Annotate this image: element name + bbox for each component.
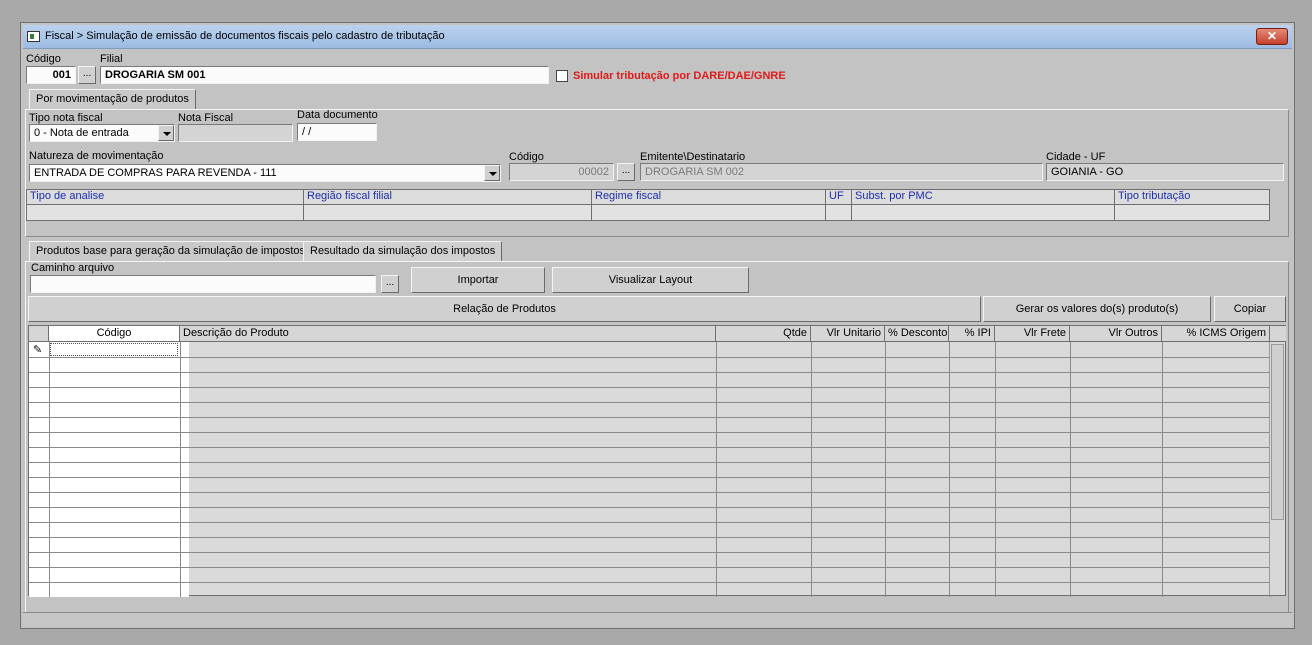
grid-row-line (29, 507, 1270, 508)
tab-resultado-simulacao[interactable]: Resultado da simulação dos impostos (303, 241, 503, 261)
info-value-cell (304, 205, 592, 220)
simular-label: Simular tributação por DARE/DAE/GNRE (573, 70, 786, 82)
app-icon (27, 31, 40, 42)
relacao-produtos-button[interactable]: Relação de Produtos (28, 296, 981, 322)
col-descricao[interactable]: Descrição do Produto (180, 326, 716, 342)
natureza-lookup-button[interactable]: ... (617, 163, 635, 181)
tab-por-movimentacao[interactable]: Por movimentação de produtos (29, 89, 196, 109)
copiar-button[interactable]: Copiar (1214, 296, 1286, 322)
tipo-nota-select[interactable]: 0 - Nota de entrada (29, 124, 175, 142)
natureza-codigo-label: Código (509, 151, 544, 163)
filial-field[interactable]: DROGARIA SM 001 (100, 66, 549, 84)
importar-button[interactable]: Importar (411, 267, 545, 293)
grid-column-line (885, 342, 886, 597)
data-documento-field[interactable]: / / (297, 123, 377, 141)
info-value-cell (826, 205, 852, 220)
tax-info-grid: Tipo de analise Região fiscal filial Reg… (26, 189, 1270, 221)
grid-row-line (29, 492, 1270, 493)
emitente-label: Emitente\Destinatario (640, 151, 746, 163)
col-icms-origem[interactable]: % ICMS Origem (1162, 326, 1270, 342)
grid-row-line (29, 357, 1270, 358)
natureza-dropdown-icon[interactable] (484, 165, 500, 181)
gerar-valores-button[interactable]: Gerar os valores do(s) produto(s) (983, 296, 1211, 322)
col-vlr-outros[interactable]: Vlr Outros (1070, 326, 1162, 342)
natureza-codigo-field[interactable]: 00002 (509, 163, 614, 181)
grid-row-line (29, 387, 1270, 388)
cidade-field[interactable]: GOIANIA - GO (1046, 163, 1284, 181)
grid-row-line (29, 447, 1270, 448)
grid-row-line (29, 417, 1270, 418)
grid-column-line (1162, 342, 1163, 597)
grid-row-line (29, 402, 1270, 403)
emitente-field[interactable]: DROGARIA SM 002 (640, 163, 1043, 181)
col-qtde[interactable]: Qtde (716, 326, 811, 342)
grid-row-line (29, 432, 1270, 433)
info-value-cell (1115, 205, 1269, 220)
title-bar: Fiscal > Simulação de emissão de documen… (23, 25, 1292, 49)
nota-fiscal-label: Nota Fiscal (178, 112, 234, 124)
grid-column-line (949, 342, 950, 597)
tipo-nota-label: Tipo nota fiscal (29, 112, 103, 124)
info-col-regime-fiscal: Regime fiscal (592, 190, 826, 205)
window-title: Fiscal > Simulação de emissão de documen… (45, 30, 445, 42)
filial-label: Filial (100, 53, 123, 65)
grid-row-line (29, 537, 1270, 538)
visualizar-layout-button[interactable]: Visualizar Layout (552, 267, 749, 293)
codigo-lookup-button[interactable]: ... (78, 66, 96, 84)
active-cell[interactable] (50, 343, 178, 356)
data-documento-label: Data documento (297, 109, 378, 121)
natureza-select[interactable]: ENTRADA DE COMPRAS PARA REVENDA - 111 (29, 164, 501, 182)
grid-column-line (180, 342, 181, 597)
caminho-browse-button[interactable]: ... (381, 275, 399, 293)
grid-column-line (49, 342, 50, 597)
status-bar (23, 612, 1292, 626)
grid-row-line (29, 582, 1270, 583)
codigo-label: Código (26, 53, 61, 65)
grid-row-line (29, 522, 1270, 523)
info-value-cell (27, 205, 304, 220)
row-header-corner (29, 326, 49, 342)
close-button[interactable]: ✕ (1256, 28, 1288, 45)
caminho-field[interactable] (30, 275, 376, 293)
natureza-label: Natureza de movimentação (29, 150, 164, 162)
products-grid[interactable]: Código Descrição do Produto Qtde Vlr Uni… (28, 325, 1286, 597)
grid-row-line (29, 372, 1270, 373)
main-window: Fiscal > Simulação de emissão de documen… (20, 22, 1295, 629)
grid-row-line (29, 567, 1270, 568)
grid-column-line (811, 342, 812, 597)
tab-produtos-base[interactable]: Produtos base para geração da simulação … (29, 241, 313, 261)
simular-checkbox[interactable] (556, 70, 568, 82)
grid-column-line (716, 342, 717, 597)
info-col-uf: UF (826, 190, 852, 205)
grid-row-line (29, 477, 1270, 478)
pencil-icon: ✎ (33, 344, 43, 356)
nota-fiscal-field[interactable] (178, 124, 293, 142)
col-ipi[interactable]: % IPI (949, 326, 995, 342)
grid-column-line (995, 342, 996, 597)
caminho-label: Caminho arquivo (31, 262, 115, 274)
grid-column-line (1070, 342, 1071, 597)
scrollbar-thumb[interactable] (1271, 344, 1284, 520)
info-col-subst-pmc: Subst. por PMC (852, 190, 1115, 205)
col-vlr-frete[interactable]: Vlr Frete (995, 326, 1070, 342)
vertical-scrollbar[interactable] (1269, 342, 1285, 595)
grid-row-line (29, 552, 1270, 553)
col-desconto[interactable]: % Desconto (885, 326, 949, 342)
info-col-tipo-analise: Tipo de analise (27, 190, 304, 205)
cidade-label: Cidade - UF (1046, 151, 1106, 163)
col-vlr-unitario[interactable]: Vlr Unitario (811, 326, 885, 342)
grid-row-line (29, 462, 1270, 463)
codigo-field[interactable]: 001 (26, 66, 76, 84)
col-codigo[interactable]: Código (49, 326, 180, 342)
header-filler (1270, 326, 1286, 342)
tipo-nota-dropdown-icon[interactable] (158, 125, 174, 141)
info-value-cell (592, 205, 826, 220)
info-value-cell (852, 205, 1115, 220)
info-col-regiao-fiscal: Região fiscal filial (304, 190, 592, 205)
info-col-tipo-tributacao: Tipo tributação (1115, 190, 1269, 205)
